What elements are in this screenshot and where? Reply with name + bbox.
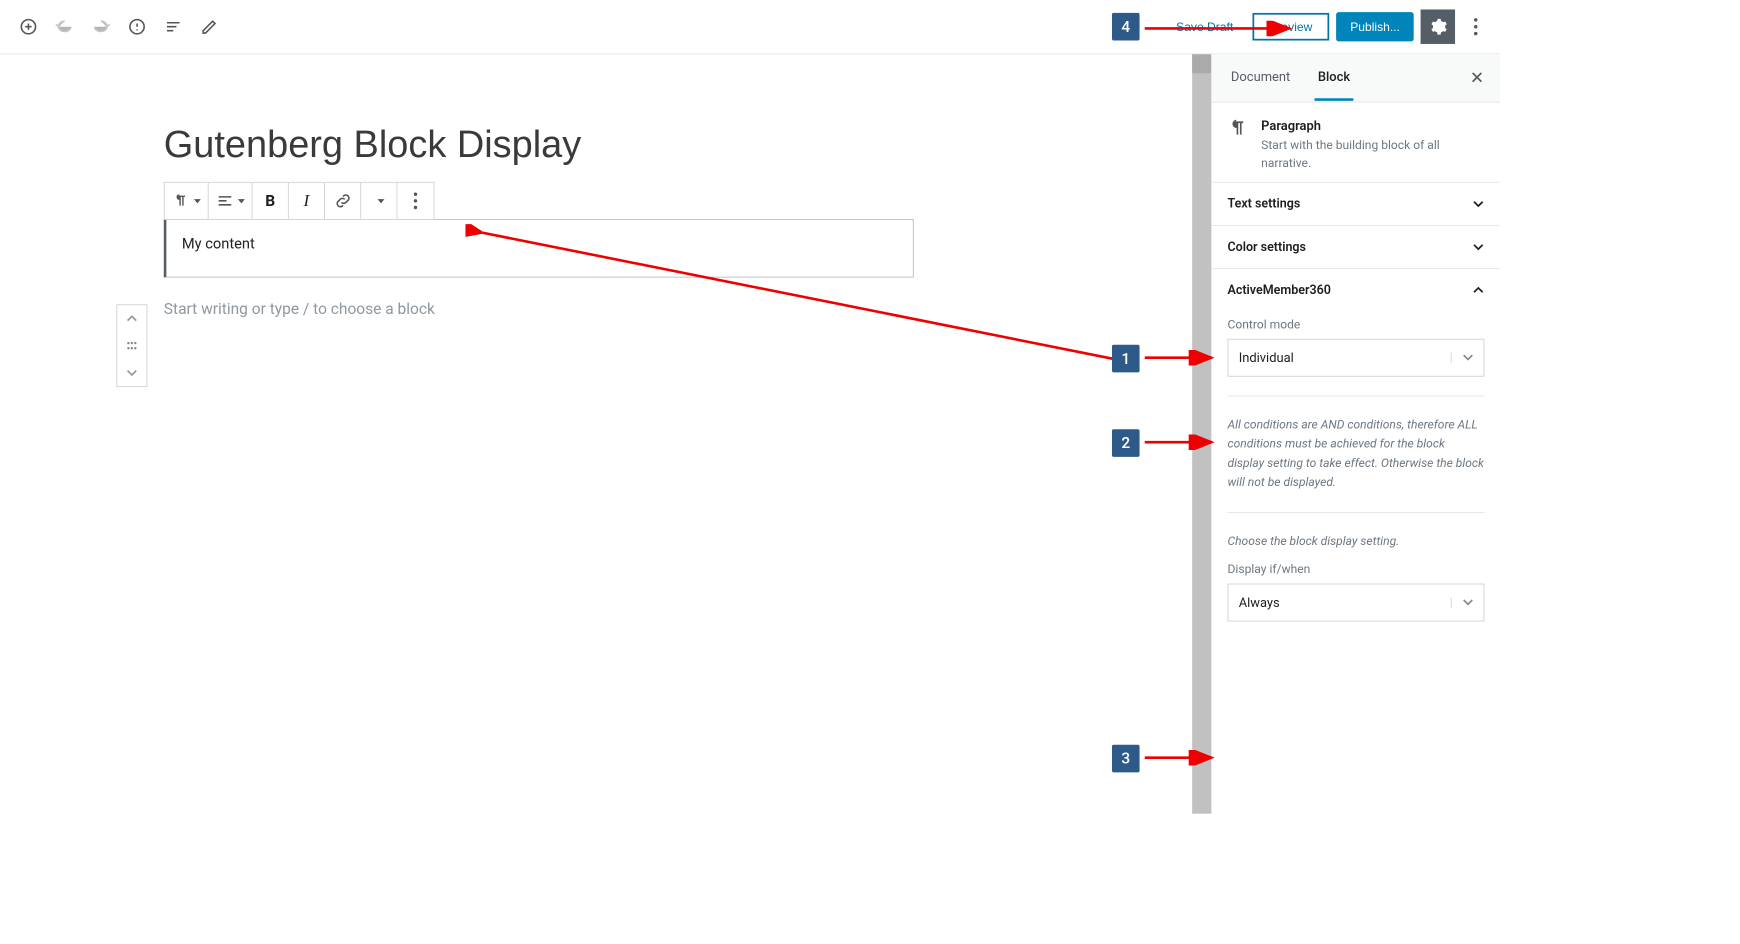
- more-options-button[interactable]: [1462, 9, 1490, 43]
- paragraph-icon: [1227, 118, 1249, 140]
- redo-button[interactable]: [83, 9, 119, 45]
- annotation-badge-3: 3: [1112, 745, 1140, 773]
- conditions-note: All conditions are AND conditions, there…: [1227, 415, 1484, 492]
- publish-button[interactable]: Publish...: [1336, 12, 1413, 41]
- preview-button[interactable]: Preview: [1252, 13, 1329, 41]
- align-button[interactable]: [209, 183, 253, 219]
- content-structure-button[interactable]: [119, 9, 155, 45]
- block-navigation-button[interactable]: [155, 9, 191, 45]
- chevron-down-icon: [1472, 241, 1484, 253]
- display-value: Always: [1228, 595, 1450, 611]
- close-sidebar-button[interactable]: ✕: [1470, 67, 1484, 89]
- gear-icon: [1428, 17, 1447, 36]
- tab-block[interactable]: Block: [1314, 55, 1353, 101]
- chevron-down-icon: [1451, 597, 1484, 607]
- settings-sidebar: Document Block ✕ Paragraph Start with th…: [1211, 54, 1500, 813]
- bold-button[interactable]: B: [253, 183, 289, 219]
- annotation-badge-2: 2: [1112, 429, 1140, 457]
- align-icon: [216, 191, 235, 210]
- block-name: Paragraph: [1261, 118, 1484, 134]
- paragraph-block[interactable]: My content: [164, 219, 914, 278]
- add-block-button[interactable]: [10, 9, 46, 45]
- edit-button[interactable]: [191, 9, 227, 45]
- control-mode-value: Individual: [1228, 350, 1450, 366]
- panel-activemember360[interactable]: ActiveMember360: [1212, 268, 1500, 311]
- display-select[interactable]: Always: [1227, 584, 1484, 622]
- panel-color-settings-label: Color settings: [1227, 240, 1305, 255]
- chevron-up-icon: [1472, 284, 1484, 296]
- link-button[interactable]: [325, 183, 361, 219]
- drag-handle[interactable]: [117, 332, 146, 359]
- block-more-button[interactable]: [397, 183, 433, 219]
- panel-text-settings[interactable]: Text settings: [1212, 182, 1500, 225]
- block-type-button[interactable]: [165, 183, 209, 219]
- settings-gear-button[interactable]: [1421, 9, 1455, 43]
- control-mode-label: Control mode: [1227, 318, 1484, 332]
- paragraph-icon: [172, 191, 191, 210]
- undo-button[interactable]: [47, 9, 83, 45]
- move-up-button[interactable]: [117, 305, 146, 332]
- display-label: Display if/when: [1227, 563, 1484, 577]
- block-description: Start with the building block of all nar…: [1261, 137, 1484, 173]
- block-toolbar: B I: [164, 182, 435, 220]
- more-richtext-button[interactable]: [361, 183, 397, 219]
- annotation-badge-1: 1: [1112, 345, 1140, 373]
- panel-color-settings[interactable]: Color settings: [1212, 225, 1500, 268]
- chevron-down-icon: [1451, 353, 1484, 363]
- choose-display-note: Choose the block display setting.: [1227, 531, 1484, 550]
- panel-activemember360-label: ActiveMember360: [1227, 283, 1330, 298]
- save-draft-button[interactable]: Save Draft: [1164, 13, 1245, 41]
- control-mode-select[interactable]: Individual: [1227, 339, 1484, 377]
- panel-text-settings-label: Text settings: [1227, 197, 1300, 212]
- block-appender[interactable]: Start writing or type / to choose a bloc…: [164, 300, 914, 318]
- italic-button[interactable]: I: [289, 183, 325, 219]
- tab-document[interactable]: Document: [1227, 55, 1293, 101]
- annotation-badge-4: 4: [1112, 13, 1140, 41]
- move-down-button[interactable]: [117, 359, 146, 386]
- chevron-down-icon: [1472, 198, 1484, 210]
- block-mover: [116, 304, 147, 387]
- canvas-scrollbar[interactable]: [1192, 54, 1211, 813]
- page-title[interactable]: Gutenberg Block Display: [164, 123, 914, 166]
- link-icon: [333, 191, 352, 210]
